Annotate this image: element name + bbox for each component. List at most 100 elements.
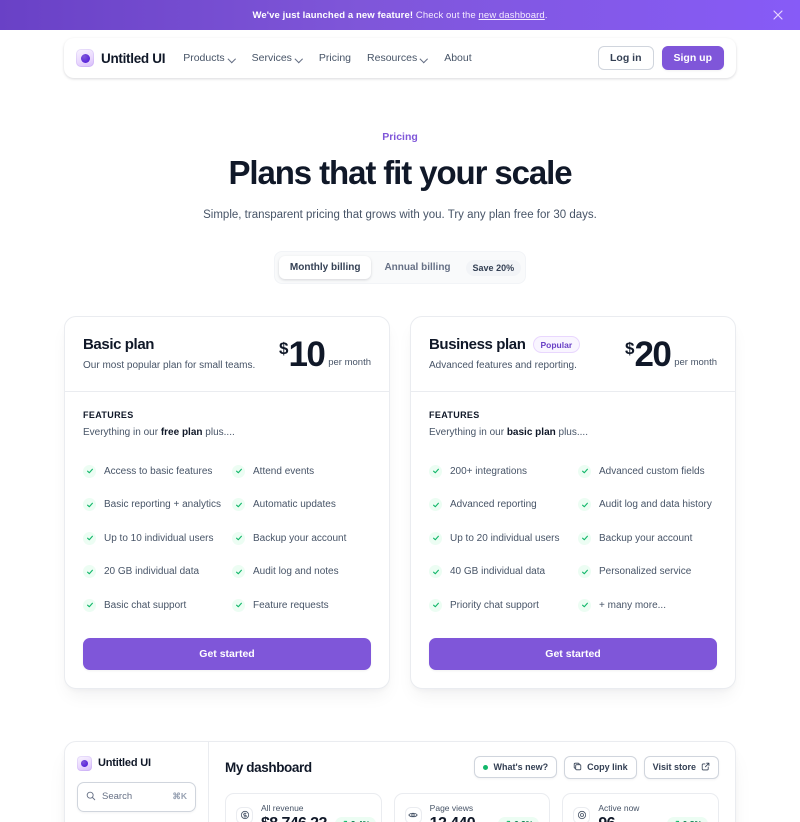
chevron-down-icon: [229, 55, 236, 62]
check-icon: [429, 464, 442, 478]
stat-value: 96: [598, 815, 615, 822]
external-link-icon: [701, 762, 710, 773]
nav-item-products[interactable]: Products: [183, 52, 235, 64]
stat-cards: All revenue $8,746.22 2.4%: [225, 792, 720, 822]
stat-label: Page views: [429, 802, 474, 813]
nav-item-label: Pricing: [318, 52, 352, 64]
plan-description: Our most popular plan for small teams.: [83, 360, 256, 371]
copy-link-label: Copy link: [587, 762, 628, 773]
nav-item-label: Services: [251, 52, 292, 64]
stat-label: Active now: [598, 802, 640, 813]
feature-item: Priority chat support: [429, 588, 568, 622]
pricing-card-basic: Basic plan Our most popular plan for sma…: [64, 316, 390, 689]
visit-store-label: Visit store: [652, 762, 696, 773]
feature-label: Personalized service: [599, 566, 692, 577]
nav-item-label: Products: [183, 52, 225, 64]
check-icon: [232, 531, 245, 545]
copy-icon: [573, 762, 582, 773]
card-body: FEATURES Everything in our free plan plu…: [65, 392, 389, 638]
nav-item-pricing[interactable]: Pricing: [319, 52, 351, 64]
dashboard-preview-container: Untitled UI Search ⌘K Home: [0, 740, 800, 822]
check-icon: [429, 531, 442, 545]
announcement-text: We've just launched a new feature! Check…: [252, 10, 547, 21]
nav-item-resources[interactable]: Resources: [367, 52, 428, 64]
features-subtitle: Everything in our basic plan plus....: [429, 427, 717, 438]
nav-item-services[interactable]: Services: [252, 52, 303, 64]
chevron-down-icon: [296, 55, 303, 62]
whats-new-label: What's new?: [493, 762, 549, 773]
billing-toggle-container: Monthly billing Annual billing Save 20%: [0, 251, 800, 284]
feature-item: 20 GB individual data: [83, 555, 222, 589]
main-navbar: Untitled UI Products Services Pricing Re…: [64, 38, 736, 78]
nav-item-about[interactable]: About: [444, 52, 471, 64]
feature-item: Audit log and notes: [232, 555, 371, 589]
chevron-down-icon: [421, 55, 428, 62]
feature-label: Backup your account: [253, 532, 347, 544]
page-eyebrow: Pricing: [382, 131, 418, 143]
logo[interactable]: Untitled UI: [76, 49, 166, 67]
stat-trend-badge: 6.2%: [497, 816, 540, 822]
check-icon: [83, 464, 96, 478]
signup-button[interactable]: Sign up: [661, 45, 724, 71]
check-icon: [83, 598, 96, 612]
plan-price: $ 10 per month: [279, 336, 371, 372]
features-sub-bold: free plan: [160, 427, 203, 439]
billing-toggle: Monthly billing Annual billing Save 20%: [273, 251, 527, 284]
page-subtitle: Simple, transparent pricing that grows w…: [203, 209, 597, 221]
dashboard-header: My dashboard What's new? Copy link Visit…: [225, 755, 719, 779]
card-footer: Get started: [411, 637, 735, 688]
feature-label: Access to basic features: [104, 465, 213, 477]
tab-annual-billing[interactable]: Annual billing: [373, 256, 461, 279]
feature-item: Backup your account: [578, 521, 717, 555]
dashboard-main: My dashboard What's new? Copy link Visit…: [209, 742, 735, 822]
hero-section: Pricing Plans that fit your scale Simple…: [0, 78, 800, 221]
feature-item: Advanced custom fields: [578, 454, 717, 488]
dashboard-preview: Untitled UI Search ⌘K Home: [64, 740, 736, 822]
search-input[interactable]: Search ⌘K: [77, 781, 196, 812]
card-header: Basic plan Our most popular plan for sma…: [65, 317, 389, 393]
features-grid: 200+ integrations Advanced custom fields…: [429, 454, 717, 622]
dashboard-logo[interactable]: Untitled UI: [77, 755, 196, 771]
stat-card-page-views: Page views 12,440 6.2%: [393, 792, 551, 822]
pricing-cards: Basic plan Our most popular plan for sma…: [0, 316, 800, 689]
tab-monthly-billing[interactable]: Monthly billing: [278, 256, 372, 279]
whats-new-button[interactable]: What's new?: [474, 756, 558, 779]
feature-label: Backup your account: [599, 532, 693, 544]
save-badge: Save 20%: [465, 259, 522, 276]
copy-link-button[interactable]: Copy link: [564, 755, 637, 779]
features-label: FEATURES: [83, 410, 134, 421]
check-icon: [429, 498, 442, 511]
card-body: FEATURES Everything in our basic plan pl…: [411, 392, 735, 638]
popular-badge: Popular: [532, 336, 581, 353]
feature-label: Basic reporting + analytics: [104, 499, 222, 510]
check-icon: [232, 464, 245, 478]
check-icon: [232, 598, 245, 612]
announcement-body: Check out the: [413, 9, 479, 21]
stat-card-active-now: Active now 96 0.8%: [562, 792, 720, 822]
feature-item: + many more...: [578, 588, 717, 622]
plan-name: Business plan: [429, 336, 526, 353]
feature-label: Audit log and notes: [253, 566, 339, 577]
check-icon: [429, 598, 442, 612]
stat-card-all-revenue: All revenue $8,746.22 2.4%: [225, 792, 382, 822]
card-footer: Get started: [65, 637, 389, 688]
pricing-page: We've just launched a new feature! Check…: [0, 0, 800, 822]
feature-item: Advanced reporting: [429, 488, 568, 522]
dashboard-title: My dashboard: [225, 759, 312, 775]
pricing-card-business: Business plan Popular Advanced features …: [410, 316, 736, 689]
features-sub-pre: Everything in our: [83, 427, 161, 439]
login-button[interactable]: Log in: [598, 45, 654, 71]
sidebar-item-home[interactable]: Home: [77, 812, 196, 822]
check-icon: [83, 565, 96, 578]
nav-links: Products Services Pricing Resources Abou…: [183, 52, 471, 64]
close-icon[interactable]: [770, 7, 786, 23]
card-header: Business plan Popular Advanced features …: [411, 317, 735, 393]
new-dashboard-link[interactable]: new dashboard: [479, 10, 545, 21]
plan-price: $ 20 per month: [625, 336, 717, 372]
feature-label: Basic chat support: [104, 599, 187, 611]
get-started-button[interactable]: Get started: [83, 637, 371, 670]
nav-container: Untitled UI Products Services Pricing Re…: [0, 30, 800, 78]
visit-store-button[interactable]: Visit store: [643, 755, 719, 779]
get-started-button[interactable]: Get started: [429, 637, 717, 670]
feature-label: Attend events: [253, 465, 315, 477]
